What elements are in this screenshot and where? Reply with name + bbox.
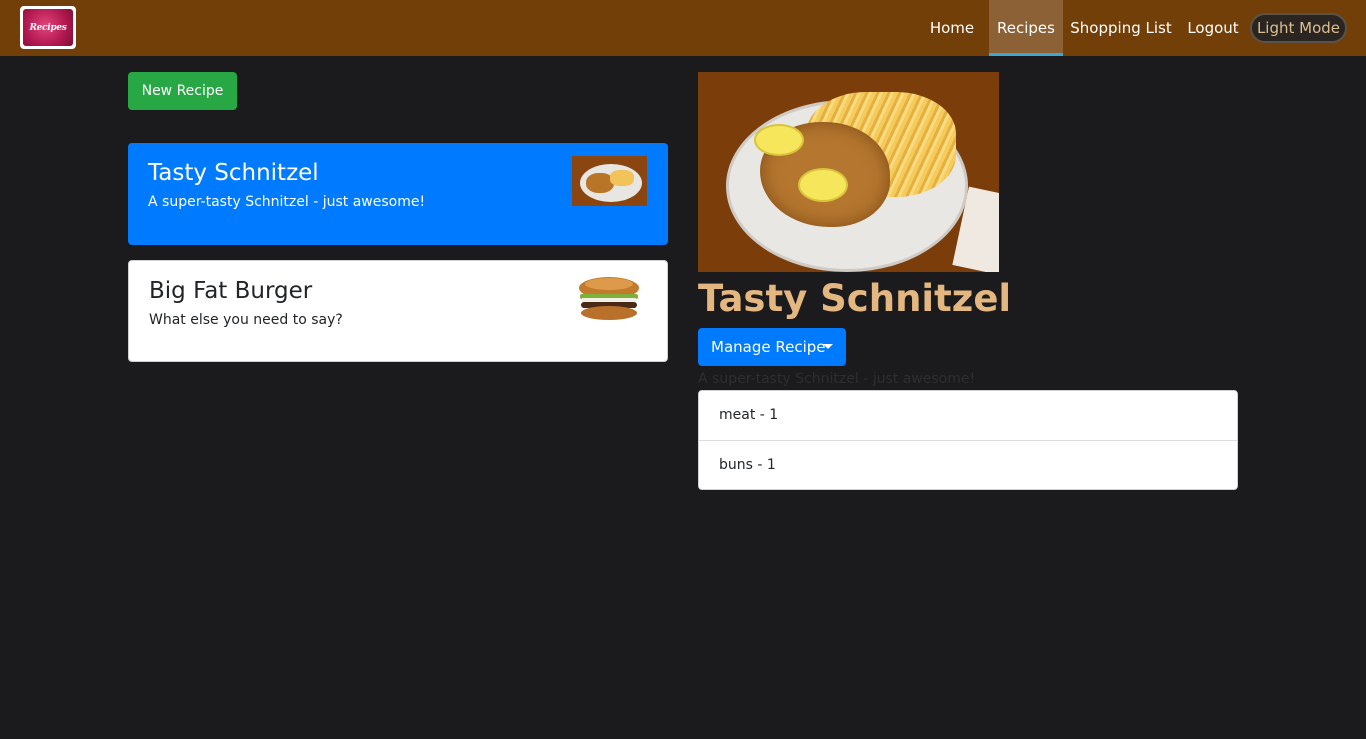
recipe-list-item[interactable]: Big Fat Burger What else you need to say… — [128, 260, 668, 362]
caret-down-icon — [823, 344, 833, 349]
light-mode-toggle[interactable]: Light Mode — [1250, 13, 1347, 43]
manage-recipe-label: Manage Recipe — [711, 338, 826, 356]
ingredient-item[interactable]: buns - 1 — [699, 440, 1237, 489]
nav-home[interactable]: Home — [914, 0, 990, 56]
recipe-image — [698, 72, 999, 272]
recipe-list-item[interactable]: Tasty Schnitzel A super-tasty Schnitzel … — [128, 143, 668, 245]
app-logo[interactable]: Recipes — [20, 6, 76, 49]
nav-recipes[interactable]: Recipes — [989, 0, 1063, 56]
schnitzel-thumbnail — [572, 156, 647, 206]
navbar: Recipes Home Recipes Shopping List Logou… — [0, 0, 1366, 56]
burger-thumbnail — [579, 277, 639, 320]
logo-text: Recipes — [23, 9, 73, 46]
new-recipe-button[interactable]: New Recipe — [128, 72, 237, 110]
recipe-description: A super-tasty Schnitzel - just awesome! — [698, 371, 976, 387]
ingredients-list: meat - 1 buns - 1 — [698, 390, 1238, 490]
recipe-title: Tasty Schnitzel — [698, 277, 1012, 320]
nav-logout[interactable]: Logout — [1178, 0, 1248, 56]
ingredient-item[interactable]: meat - 1 — [699, 391, 1237, 440]
nav-shopping-list[interactable]: Shopping List — [1063, 0, 1179, 56]
manage-recipe-dropdown[interactable]: Manage Recipe — [698, 328, 846, 366]
